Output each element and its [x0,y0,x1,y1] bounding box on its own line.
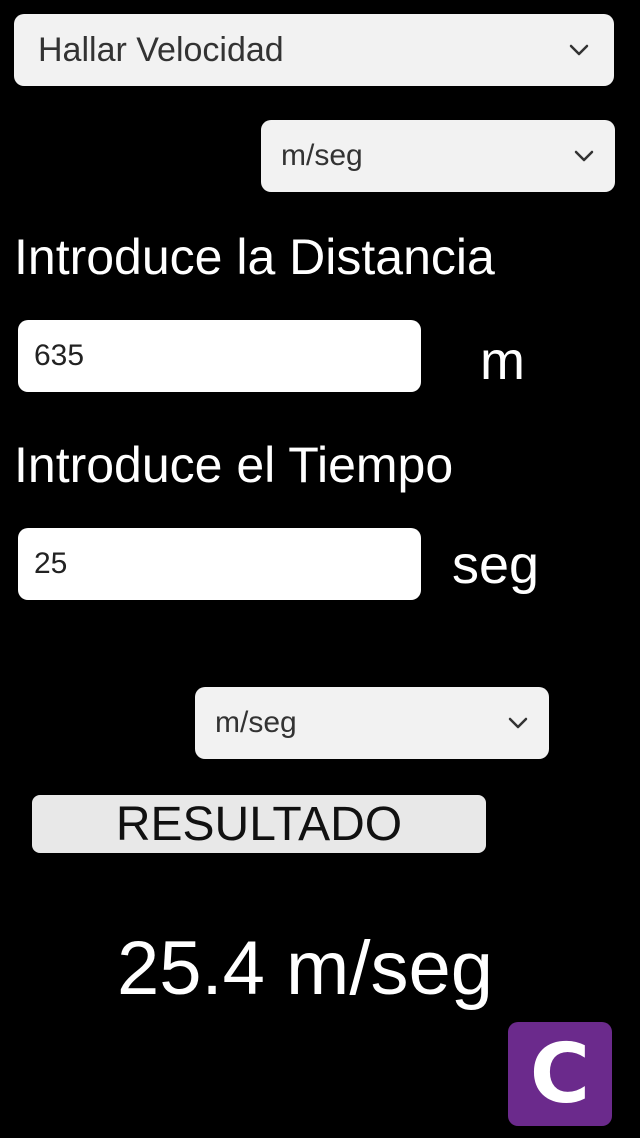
chevron-down-icon [568,39,590,61]
output-unit-select-value: m/seg [215,706,297,739]
time-unit-label: seg [452,535,540,595]
input-unit-select-value: m/seg [281,139,363,172]
input-unit-select[interactable]: m/seg [261,120,615,192]
distance-label: Introduce la Distancia [14,229,495,285]
chevron-down-icon [507,712,529,734]
mode-select[interactable]: Hallar Velocidad [14,14,614,86]
distance-unit-label: m [480,331,525,391]
clear-button[interactable]: C [508,1022,612,1126]
result-button[interactable]: RESULTADO [32,795,486,853]
chevron-down-icon [573,145,595,167]
distance-input[interactable] [18,320,421,392]
time-input[interactable] [18,528,421,600]
result-value: 25.4 m/seg [117,926,493,1011]
output-unit-select[interactable]: m/seg [195,687,549,759]
mode-select-value: Hallar Velocidad [38,30,284,69]
time-label: Introduce el Tiempo [14,437,454,493]
